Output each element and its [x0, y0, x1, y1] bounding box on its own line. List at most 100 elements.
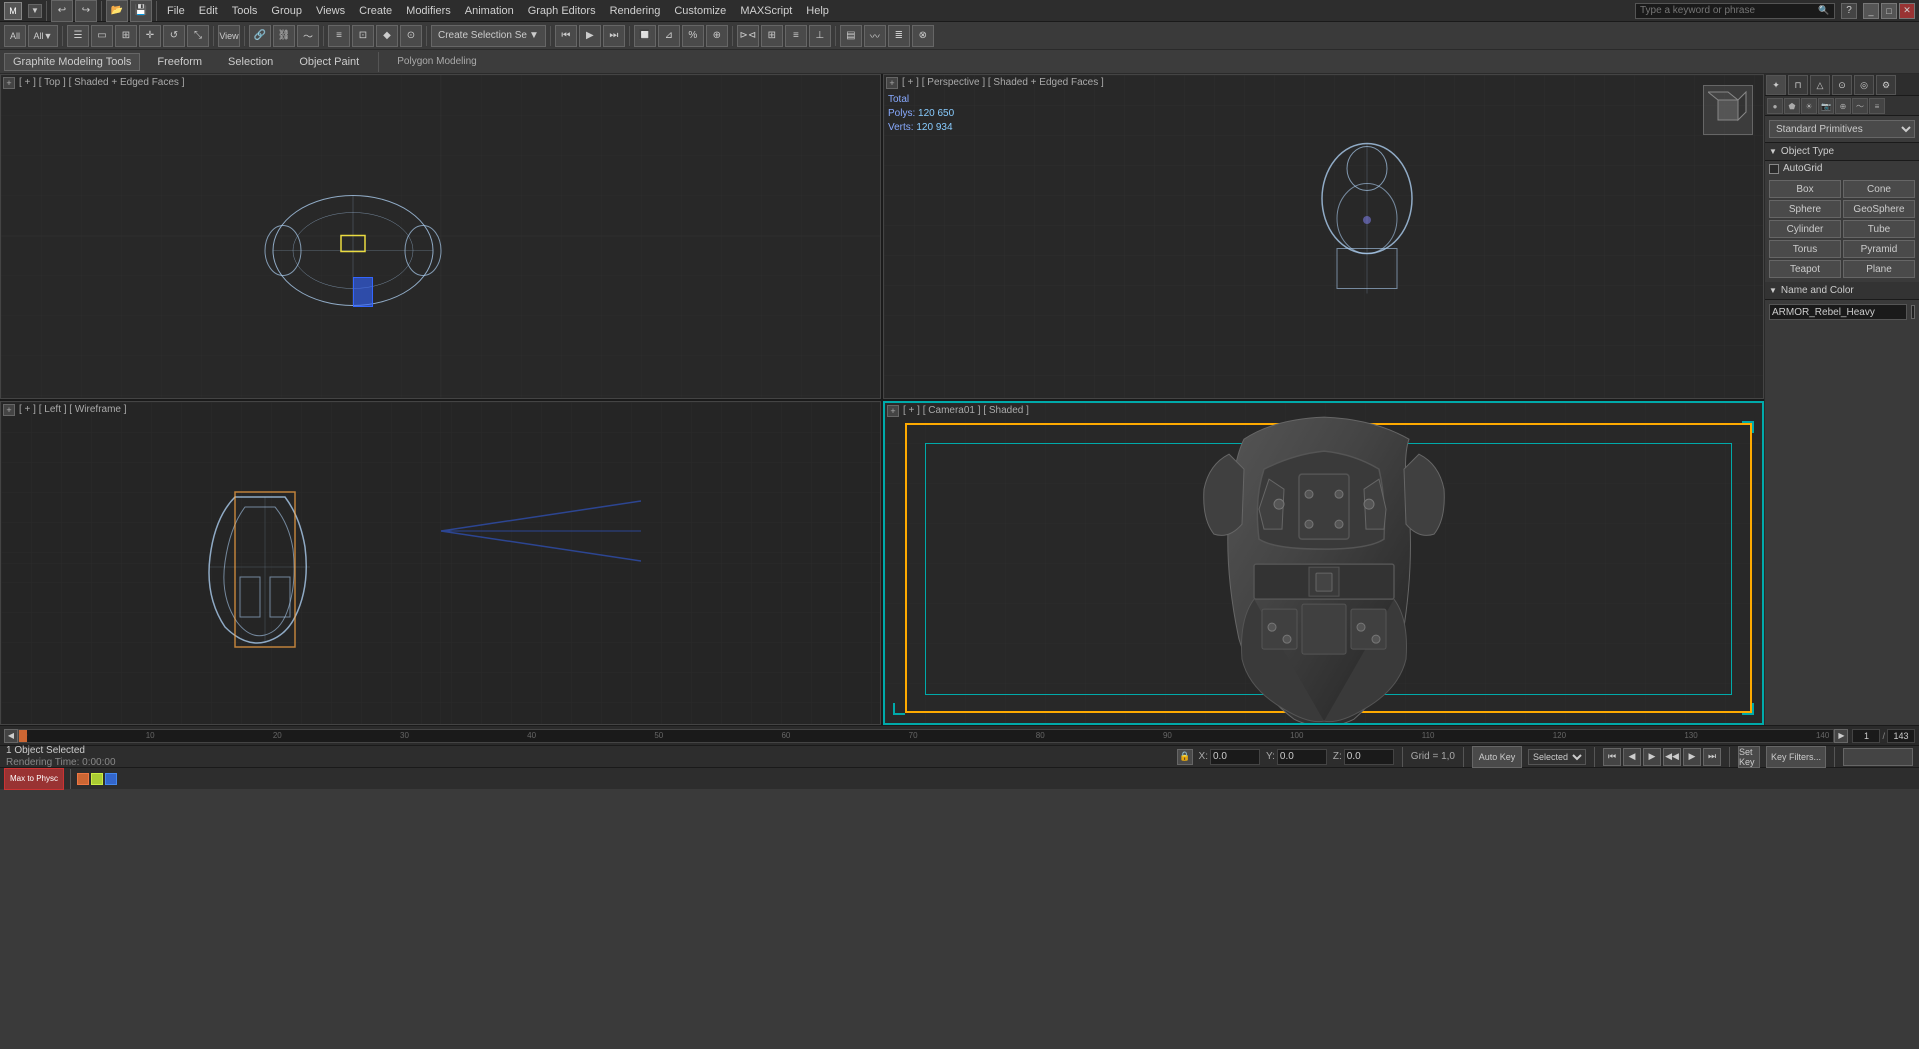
- select-all-btn[interactable]: All▼: [28, 25, 58, 47]
- align-btn[interactable]: ⊞: [761, 25, 783, 47]
- minimize-btn[interactable]: _: [1863, 3, 1879, 19]
- x-input[interactable]: [1210, 749, 1260, 765]
- select-move-btn[interactable]: ✛: [139, 25, 161, 47]
- play-btn[interactable]: ▶: [579, 25, 601, 47]
- viewport-persp-menu-btn[interactable]: +: [886, 77, 898, 89]
- search-box[interactable]: 🔍: [1635, 3, 1835, 19]
- selection-tab[interactable]: Selection: [219, 53, 282, 71]
- object-color-swatch[interactable]: [1911, 305, 1915, 319]
- material-editor-btn[interactable]: ◆: [376, 25, 398, 47]
- torus-btn[interactable]: Torus: [1769, 240, 1841, 258]
- viewport-top[interactable]: + [ + ] [ Top ] [ Shaded + Edged Faces ]: [0, 74, 881, 399]
- search-icon[interactable]: 🔍: [1818, 5, 1829, 16]
- manage-layers-btn[interactable]: ▤: [840, 25, 862, 47]
- plane-btn[interactable]: Plane: [1843, 260, 1915, 278]
- teapot-btn[interactable]: Teapot: [1769, 260, 1841, 278]
- object-paint-tab[interactable]: Object Paint: [290, 53, 368, 71]
- go-start-btn[interactable]: ⏮: [1603, 748, 1621, 766]
- autogrid-checkbox[interactable]: [1769, 164, 1779, 174]
- menu-item-tools[interactable]: Tools: [226, 3, 264, 19]
- tube-btn[interactable]: Tube: [1843, 220, 1915, 238]
- save-btn[interactable]: 💾: [130, 0, 152, 22]
- normal-align-btn[interactable]: ⊥: [809, 25, 831, 47]
- menu-item-file[interactable]: File: [161, 3, 191, 19]
- menu-item-animation[interactable]: Animation: [459, 3, 520, 19]
- prev-frame-btn[interactable]: ◀: [1623, 748, 1641, 766]
- restore-btn[interactable]: □: [1881, 3, 1897, 19]
- menu-item-help[interactable]: Help: [800, 3, 835, 19]
- graphite-tab[interactable]: Graphite Modeling Tools: [4, 53, 140, 71]
- menu-item-modifiers[interactable]: Modifiers: [400, 3, 457, 19]
- window-crossing-btn[interactable]: ⊞: [115, 25, 137, 47]
- total-frames[interactable]: 143: [1887, 729, 1915, 743]
- timeline-prev-btn[interactable]: ◀: [4, 729, 18, 743]
- box-btn[interactable]: Box: [1769, 180, 1841, 198]
- viewport-left-menu-btn[interactable]: +: [3, 404, 15, 416]
- search-input[interactable]: [1636, 5, 1816, 16]
- select-scale-btn[interactable]: ⤡: [187, 25, 209, 47]
- open-btn[interactable]: 📂: [106, 0, 128, 22]
- schematic-btn[interactable]: ⊡: [352, 25, 374, 47]
- rp-subtab-geometry[interactable]: ●: [1767, 98, 1783, 114]
- close-btn[interactable]: ✕: [1899, 3, 1915, 19]
- z-input[interactable]: [1344, 749, 1394, 765]
- mirror-btn[interactable]: ⊳⊲: [737, 25, 759, 47]
- rp-tab-modify[interactable]: ⊓: [1788, 75, 1808, 95]
- play-back-btn[interactable]: ◀◀: [1663, 748, 1681, 766]
- timeline-track[interactable]: 010203040 5060708090 100110120130140: [18, 729, 1834, 743]
- rp-subtab-spacewarps[interactable]: 〜: [1852, 98, 1868, 114]
- rp-tab-create[interactable]: ✦: [1766, 75, 1786, 95]
- add-time-tag-btn[interactable]: [1843, 748, 1913, 766]
- viewport-camera-menu-btn[interactable]: +: [887, 405, 899, 417]
- menu-item-edit[interactable]: Edit: [193, 3, 224, 19]
- snap-toggle-btn[interactable]: 🔲: [634, 25, 656, 47]
- name-color-header[interactable]: ▼ Name and Color: [1765, 282, 1919, 300]
- ref-coord-dropdown[interactable]: View: [218, 25, 240, 47]
- selected-dropdown[interactable]: Selected: [1528, 749, 1586, 765]
- object-type-header[interactable]: ▼ Object Type: [1765, 143, 1919, 161]
- percent-snap-btn[interactable]: %: [682, 25, 704, 47]
- rp-subtab-systems[interactable]: ≡: [1869, 98, 1885, 114]
- select-rotate-btn[interactable]: ↺: [163, 25, 185, 47]
- help-btn[interactable]: ?: [1841, 3, 1857, 19]
- unlink-btn[interactable]: ⛓: [273, 25, 295, 47]
- viewport-left[interactable]: + [ + ] [ Left ] [ Wireframe ]: [0, 401, 881, 726]
- rp-subtab-helpers[interactable]: ⊕: [1835, 98, 1851, 114]
- rp-tab-motion[interactable]: ⊙: [1832, 75, 1852, 95]
- undo-btn[interactable]: ↩: [51, 0, 73, 22]
- quick-access-btn[interactable]: ▼: [28, 4, 42, 18]
- rp-tab-utilities[interactable]: ⚙: [1876, 75, 1896, 95]
- create-selection-btn[interactable]: Create Selection Se ▼: [431, 25, 546, 47]
- rp-tab-display[interactable]: ◎: [1854, 75, 1874, 95]
- current-frame[interactable]: 1: [1852, 729, 1880, 743]
- viewport-camera[interactable]: + [ + ] [ Camera01 ] [ Shaded ]: [883, 401, 1764, 726]
- cone-btn[interactable]: Cone: [1843, 180, 1915, 198]
- dope-sheet-btn[interactable]: ≣: [888, 25, 910, 47]
- timeline-next-btn[interactable]: ▶: [1834, 729, 1848, 743]
- next-frame-btn[interactable]: ⏭: [603, 25, 625, 47]
- prev-frame-btn[interactable]: ⏮: [555, 25, 577, 47]
- go-end-btn[interactable]: ⏭: [1703, 748, 1721, 766]
- geosphere-btn[interactable]: GeoSphere: [1843, 200, 1915, 218]
- viewport-top-menu-btn[interactable]: +: [3, 77, 15, 89]
- select-by-name-btn[interactable]: ☰: [67, 25, 89, 47]
- select-filter-dropdown[interactable]: All: [4, 25, 26, 47]
- object-name-input[interactable]: [1769, 304, 1907, 320]
- menu-item-group[interactable]: Group: [265, 3, 308, 19]
- menu-item-graph-editors[interactable]: Graph Editors: [522, 3, 602, 19]
- spinner-snap-btn[interactable]: ⊕: [706, 25, 728, 47]
- sphere-btn[interactable]: Sphere: [1769, 200, 1841, 218]
- menu-item-views[interactable]: Views: [310, 3, 351, 19]
- menu-item-rendering[interactable]: Rendering: [604, 3, 667, 19]
- angle-snap-btn[interactable]: ⊿: [658, 25, 680, 47]
- set-key-btn[interactable]: Set Key: [1738, 746, 1760, 768]
- key-filters-btn[interactable]: Key Filters...: [1766, 746, 1826, 768]
- max-to-phys-btn[interactable]: Max to Physc: [4, 768, 64, 790]
- viewport-perspective[interactable]: + [ + ] [ Perspective ] [ Shaded + Edged…: [883, 74, 1764, 399]
- cylinder-btn[interactable]: Cylinder: [1769, 220, 1841, 238]
- rp-subtab-cameras[interactable]: 📷: [1818, 98, 1834, 114]
- primitives-dropdown[interactable]: Standard Primitives: [1769, 120, 1915, 138]
- bind-spacewarp-btn[interactable]: 〜: [297, 25, 319, 47]
- pyramid-btn[interactable]: Pyramid: [1843, 240, 1915, 258]
- rp-tab-hierarchy[interactable]: △: [1810, 75, 1830, 95]
